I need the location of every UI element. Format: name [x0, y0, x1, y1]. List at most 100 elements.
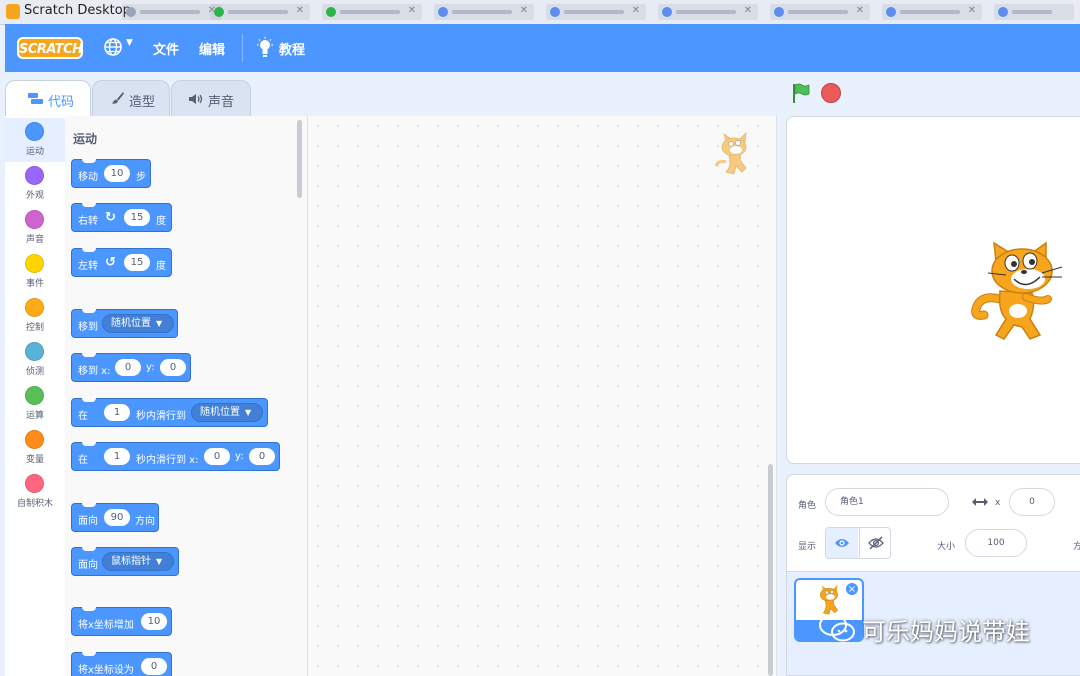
dropdown-value: 随机位置	[200, 407, 240, 418]
block-dropdown[interactable]: 鼠标指针 ▼	[102, 552, 174, 571]
tab-costumes-label: 造型	[129, 95, 156, 110]
block-goto[interactable]: 移到 随机位置 ▼	[71, 309, 178, 338]
block-text: y:	[235, 451, 244, 462]
block-dropdown[interactable]: 随机位置 ▼	[191, 403, 263, 422]
block-text: 方向	[135, 516, 155, 527]
category-label: 变量	[25, 455, 44, 465]
category-events[interactable]: 事件	[5, 250, 65, 294]
tab-code-label: 代码	[48, 95, 75, 110]
x-position-input[interactable]: 0	[1009, 488, 1055, 516]
background-window-tab[interactable]: ✕	[658, 4, 758, 20]
block-point-direction[interactable]: 面向 90 方向	[71, 503, 159, 532]
chevron-down-icon[interactable]: ▼	[126, 38, 133, 48]
category-motion[interactable]: 运动	[5, 118, 65, 162]
rotate-clockwise-icon: ↻	[105, 210, 116, 225]
block-glide-to[interactable]: 在 1 秒内滑行到 随机位置 ▼	[71, 398, 268, 427]
block-number-input[interactable]: 0	[249, 448, 275, 465]
block-text: 在	[78, 455, 88, 466]
block-text: 面向	[78, 516, 98, 527]
block-move-steps[interactable]: 移动 10 步	[71, 159, 151, 188]
block-number-input[interactable]: 15	[124, 254, 150, 271]
menu-tutorials[interactable]: 教程	[279, 39, 305, 58]
tab-sounds[interactable]: 声音	[171, 80, 251, 116]
block-text: 将x坐标增加	[78, 620, 134, 631]
eye-icon	[835, 539, 849, 547]
globe-icon[interactable]	[103, 37, 123, 57]
background-window-tab[interactable]: ✕	[122, 4, 222, 20]
background-window-tab[interactable]: ✕	[210, 4, 310, 20]
block-number-input[interactable]: 1	[104, 448, 130, 465]
dropdown-value: 随机位置	[111, 318, 151, 329]
show-sprite-button[interactable]	[826, 528, 858, 558]
horizontal-arrows-icon	[972, 498, 988, 506]
block-text: 左转	[78, 261, 98, 272]
delete-sprite-icon[interactable]: ×	[845, 582, 859, 596]
block-turn-right[interactable]: 右转 ↻ 15 度	[71, 203, 172, 232]
background-window-tab[interactable]	[994, 4, 1074, 20]
block-text: 秒内滑行到	[136, 411, 186, 422]
tab-sounds-label: 声音	[208, 95, 235, 110]
stage-canvas[interactable]	[786, 116, 1080, 464]
category-label: 自制积木	[16, 499, 53, 509]
category-color-dot	[25, 254, 44, 273]
background-window-tab[interactable]: ✕	[770, 4, 870, 20]
category-menu: 运动 外观 声音 事件 控制 侦测 运算 变量 自制积木	[5, 116, 66, 676]
block-number-input[interactable]: 90	[104, 509, 130, 526]
sprite-name-input[interactable]: 角色1	[825, 488, 949, 516]
menu-file[interactable]: 文件	[153, 39, 179, 58]
block-text: 移到	[78, 322, 98, 333]
block-number-input[interactable]: 1	[104, 404, 130, 421]
chevron-down-icon: ▼	[156, 557, 163, 566]
sprite-cat[interactable]	[970, 239, 1070, 349]
block-number-input[interactable]: 10	[141, 613, 167, 630]
block-number-input[interactable]: 15	[124, 209, 150, 226]
category-label: 侦测	[25, 367, 44, 377]
category-operators[interactable]: 运算	[5, 382, 65, 426]
flyout-scrollbar[interactable]	[297, 120, 302, 198]
background-window-tab[interactable]: ✕	[322, 4, 422, 20]
menu-edit[interactable]: 编辑	[199, 39, 225, 58]
block-number-input[interactable]: 10	[104, 165, 130, 182]
background-window-tab[interactable]: ✕	[434, 4, 534, 20]
block-change-x[interactable]: 将x坐标增加 10	[71, 607, 172, 636]
block-number-input[interactable]: 0	[141, 658, 167, 675]
category-looks[interactable]: 外观	[5, 162, 65, 206]
category-sensing[interactable]: 侦测	[5, 338, 65, 382]
category-color-dot	[25, 122, 44, 141]
chevron-down-icon: ▼	[156, 319, 163, 328]
block-goto-xy[interactable]: 移到 x: 0 y: 0	[71, 353, 191, 382]
block-set-x[interactable]: 将x坐标设为 0	[71, 652, 172, 676]
hide-sprite-button[interactable]	[859, 528, 890, 558]
workspace-scrollbar[interactable]	[768, 464, 773, 676]
editor-tabs: 代码 造型 声音	[5, 72, 775, 117]
block-number-input[interactable]: 0	[115, 359, 141, 376]
scratch-logo[interactable]: SCRATCH	[17, 37, 83, 59]
block-turn-left[interactable]: 左转 ↺ 15 度	[71, 248, 172, 277]
category-color-dot	[25, 210, 44, 229]
block-glide-to-xy[interactable]: 在 1 秒内滑行到 x: 0 y: 0	[71, 442, 280, 471]
size-input[interactable]: 100	[965, 529, 1027, 557]
background-window-tab[interactable]: ✕	[882, 4, 982, 20]
script-workspace[interactable]	[308, 116, 777, 676]
block-number-input[interactable]: 0	[160, 359, 186, 376]
category-sound[interactable]: 声音	[5, 206, 65, 250]
category-variables[interactable]: 变量	[5, 426, 65, 470]
block-text: 面向	[78, 560, 98, 571]
background-window-tab[interactable]: ✕	[546, 4, 646, 20]
category-control[interactable]: 控制	[5, 294, 65, 338]
lightbulb-icon[interactable]	[256, 37, 274, 59]
category-label: 控制	[25, 323, 44, 333]
block-text: 度	[156, 261, 166, 272]
stop-icon[interactable]	[821, 83, 841, 103]
block-point-towards[interactable]: 面向 鼠标指针 ▼	[71, 547, 179, 576]
block-text: 在	[78, 411, 88, 422]
category-my-blocks[interactable]: 自制积木	[5, 470, 65, 514]
tab-costumes[interactable]: 造型	[92, 80, 170, 116]
green-flag-icon[interactable]	[790, 82, 812, 104]
sprite-info-panel: 角色 角色1 x 0 显示 大小 100 方	[786, 474, 1080, 572]
x-label: x	[995, 498, 1001, 508]
block-number-input[interactable]: 0	[204, 448, 230, 465]
block-dropdown[interactable]: 随机位置 ▼	[102, 314, 174, 333]
brush-icon	[112, 92, 124, 104]
tab-code[interactable]: 代码	[5, 80, 91, 117]
